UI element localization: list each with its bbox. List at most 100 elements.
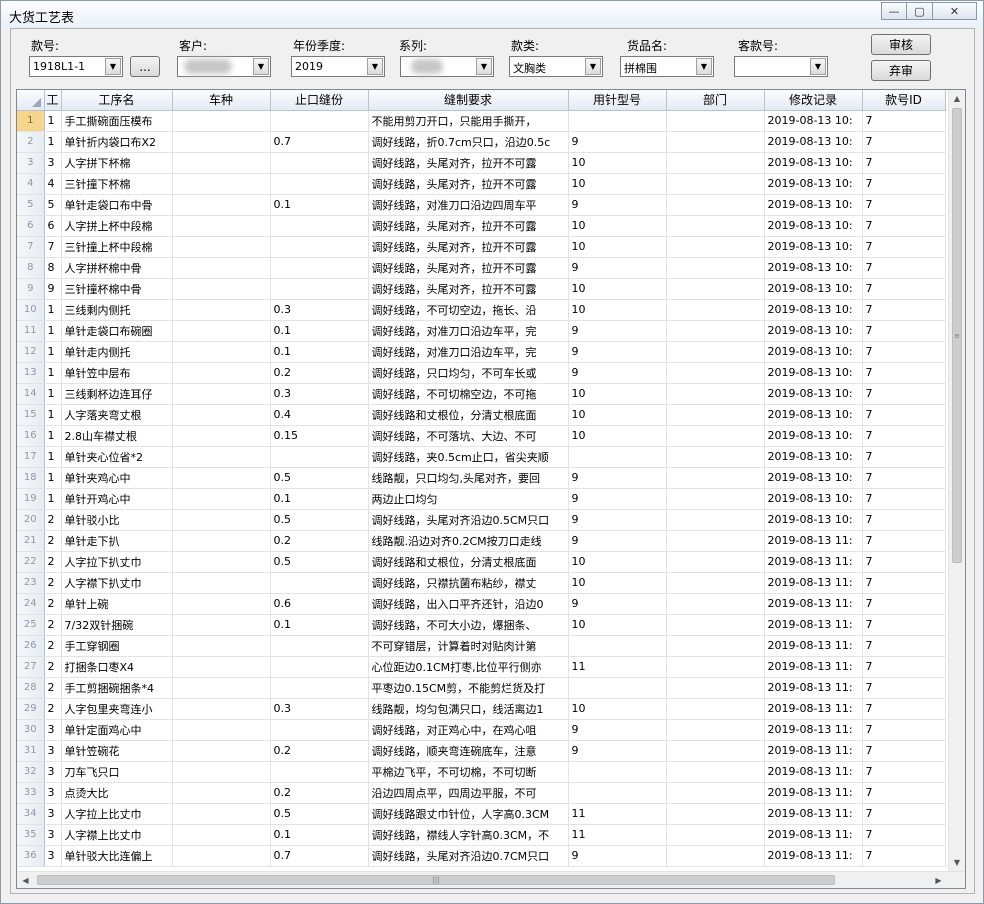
process-no-cell[interactable]: 1 xyxy=(44,404,62,426)
style-id-cell[interactable]: 7 xyxy=(862,551,946,573)
seam-allowance-cell[interactable] xyxy=(270,278,369,300)
sewing-requirement-cell[interactable]: 调好线路，头尾对齐沿边0.7CM只口 xyxy=(368,845,569,867)
modified-record-cell[interactable]: 2019-08-13 11: xyxy=(764,761,863,783)
process-name-cell[interactable]: 人字包里夹弯连小 xyxy=(61,698,173,720)
seam-allowance-cell[interactable] xyxy=(270,677,369,699)
process-no-cell[interactable]: 6 xyxy=(44,215,62,237)
process-no-cell[interactable]: 2 xyxy=(44,593,62,615)
seam-allowance-cell[interactable]: 0.5 xyxy=(270,509,369,531)
table-row[interactable]: 5 5 单针走袋口布中骨 0.1 调好线路，对准刀口沿边四周车平 9 2019-08-13 … xyxy=(17,194,946,216)
sewing-requirement-cell[interactable]: 调好线路，只口均匀，不可车长或 xyxy=(368,362,569,384)
department-cell[interactable] xyxy=(666,656,765,678)
needle-type-cell[interactable]: 10 xyxy=(568,278,667,300)
needle-type-cell[interactable]: 10 xyxy=(568,551,667,573)
machine-type-cell[interactable] xyxy=(172,845,271,867)
department-cell[interactable] xyxy=(666,845,765,867)
process-no-cell[interactable]: 5 xyxy=(44,194,62,216)
row-number-cell[interactable]: 22 xyxy=(17,551,45,573)
table-row[interactable]: 22 2 人字拉下扒丈巾 0.5 调好线路和丈根位，分清丈根底面 10 2019-08-13… xyxy=(17,551,946,573)
table-row[interactable]: 29 2 人字包里夹弯连小 0.3 线路靓，均匀包满只口，线活离边1 10 2019-08-… xyxy=(17,698,946,720)
needle-type-cell[interactable]: 11 xyxy=(568,803,667,825)
seam-allowance-cell[interactable]: 0.1 xyxy=(270,320,369,342)
process-name-cell[interactable]: 三线剩杯边连耳仔 xyxy=(61,383,173,405)
process-no-cell[interactable]: 3 xyxy=(44,782,62,804)
product-name-combo[interactable]: 拼棉围 ▼ xyxy=(620,56,714,77)
seam-allowance-cell[interactable] xyxy=(270,257,369,279)
table-row[interactable]: 13 1 单针笠中层布 0.2 调好线路，只口均匀，不可车长或 9 2019-08-13 1… xyxy=(17,362,946,384)
column-header[interactable]: 修改记录 xyxy=(764,90,863,111)
customer-combo[interactable]: ▼ xyxy=(177,56,271,77)
seam-allowance-cell[interactable]: 0.1 xyxy=(270,194,369,216)
sewing-requirement-cell[interactable]: 线路靓，均匀包满只口，线活离边1 xyxy=(368,698,569,720)
close-button[interactable]: ✕ xyxy=(933,2,977,20)
row-number-cell[interactable]: 31 xyxy=(17,740,45,762)
department-cell[interactable] xyxy=(666,236,765,258)
modified-record-cell[interactable]: 2019-08-13 10: xyxy=(764,299,863,321)
seam-allowance-cell[interactable]: 0.1 xyxy=(270,824,369,846)
modified-record-cell[interactable]: 2019-08-13 10: xyxy=(764,278,863,300)
row-number-cell[interactable]: 26 xyxy=(17,635,45,657)
department-cell[interactable] xyxy=(666,530,765,552)
row-number-cell[interactable]: 20 xyxy=(17,509,45,531)
row-number-cell[interactable]: 15 xyxy=(17,404,45,426)
style-id-cell[interactable]: 7 xyxy=(862,152,946,174)
table-row[interactable]: 25 2 7/32双针捆碗 0.1 调好线路，不可大小边，爆捆条、 10 2019-08-1… xyxy=(17,614,946,636)
modified-record-cell[interactable]: 2019-08-13 11: xyxy=(764,614,863,636)
needle-type-cell[interactable]: 9 xyxy=(568,719,667,741)
table-row[interactable]: 18 1 单针夹鸡心中 0.5 线路靓，只口均匀,头尾对齐，要回 9 2019-08-13 … xyxy=(17,467,946,489)
machine-type-cell[interactable] xyxy=(172,446,271,468)
department-cell[interactable] xyxy=(666,362,765,384)
seam-allowance-cell[interactable]: 0.7 xyxy=(270,131,369,153)
seam-allowance-cell[interactable] xyxy=(270,719,369,741)
modified-record-cell[interactable]: 2019-08-13 11: xyxy=(764,551,863,573)
sewing-requirement-cell[interactable]: 平枣边0.15CM剪，不能剪烂货及打 xyxy=(368,677,569,699)
department-cell[interactable] xyxy=(666,446,765,468)
machine-type-cell[interactable] xyxy=(172,425,271,447)
row-number-cell[interactable]: 7 xyxy=(17,236,45,258)
process-name-cell[interactable]: 人字拉上比丈巾 xyxy=(61,803,173,825)
style-id-cell[interactable]: 7 xyxy=(862,341,946,363)
needle-type-cell[interactable]: 10 xyxy=(568,152,667,174)
seam-allowance-cell[interactable] xyxy=(270,110,369,132)
browse-style-button[interactable]: ... xyxy=(130,56,160,77)
modified-record-cell[interactable]: 2019-08-13 10: xyxy=(764,215,863,237)
seam-allowance-cell[interactable]: 0.7 xyxy=(270,845,369,867)
process-name-cell[interactable]: 三针撞上杯中段棉 xyxy=(61,236,173,258)
department-cell[interactable] xyxy=(666,425,765,447)
row-number-cell[interactable]: 34 xyxy=(17,803,45,825)
process-no-cell[interactable]: 1 xyxy=(44,425,62,447)
table-row[interactable]: 15 1 人字落夹弯丈根 0.4 调好线路和丈根位，分清丈根底面 10 2019-08-13… xyxy=(17,404,946,426)
row-number-cell[interactable]: 11 xyxy=(17,320,45,342)
process-no-cell[interactable]: 3 xyxy=(44,719,62,741)
sewing-requirement-cell[interactable]: 调好线路，对准刀口沿边四周车平 xyxy=(368,194,569,216)
style-id-cell[interactable]: 7 xyxy=(862,677,946,699)
table-row[interactable]: 8 8 人字拼杯棉中骨 调好线路，头尾对齐，拉开不可露 9 2019-08-13 10: 7 xyxy=(17,257,946,279)
customer-style-no-combo[interactable]: ▼ xyxy=(734,56,828,77)
needle-type-cell[interactable]: 10 xyxy=(568,614,667,636)
machine-type-cell[interactable] xyxy=(172,509,271,531)
table-row[interactable]: 10 1 三线剩内侧托 0.3 调好线路，不可切空边，拖长、沿 10 2019-08-13 … xyxy=(17,299,946,321)
row-number-cell[interactable]: 16 xyxy=(17,425,45,447)
machine-type-cell[interactable] xyxy=(172,488,271,510)
process-no-cell[interactable]: 3 xyxy=(44,152,62,174)
chevron-down-icon[interactable]: ▼ xyxy=(105,58,121,75)
seam-allowance-cell[interactable] xyxy=(270,656,369,678)
seam-allowance-cell[interactable] xyxy=(270,215,369,237)
style-id-cell[interactable]: 7 xyxy=(862,110,946,132)
process-no-cell[interactable]: 4 xyxy=(44,173,62,195)
sewing-requirement-cell[interactable]: 调好线路，头尾对齐，拉开不可露 xyxy=(368,152,569,174)
department-cell[interactable] xyxy=(666,404,765,426)
process-no-cell[interactable]: 3 xyxy=(44,845,62,867)
process-name-cell[interactable]: 刀车飞只口 xyxy=(61,761,173,783)
column-header[interactable]: 款号ID xyxy=(862,90,946,111)
department-cell[interactable] xyxy=(666,593,765,615)
row-number-cell[interactable]: 18 xyxy=(17,467,45,489)
seam-allowance-cell[interactable] xyxy=(270,446,369,468)
department-cell[interactable] xyxy=(666,152,765,174)
modified-record-cell[interactable]: 2019-08-13 11: xyxy=(764,677,863,699)
column-header[interactable]: 用针型号 xyxy=(568,90,667,111)
modified-record-cell[interactable]: 2019-08-13 10: xyxy=(764,467,863,489)
approve-button[interactable]: 审核 xyxy=(871,34,931,55)
process-name-cell[interactable]: 人字拉下扒丈巾 xyxy=(61,551,173,573)
needle-type-cell[interactable] xyxy=(568,782,667,804)
